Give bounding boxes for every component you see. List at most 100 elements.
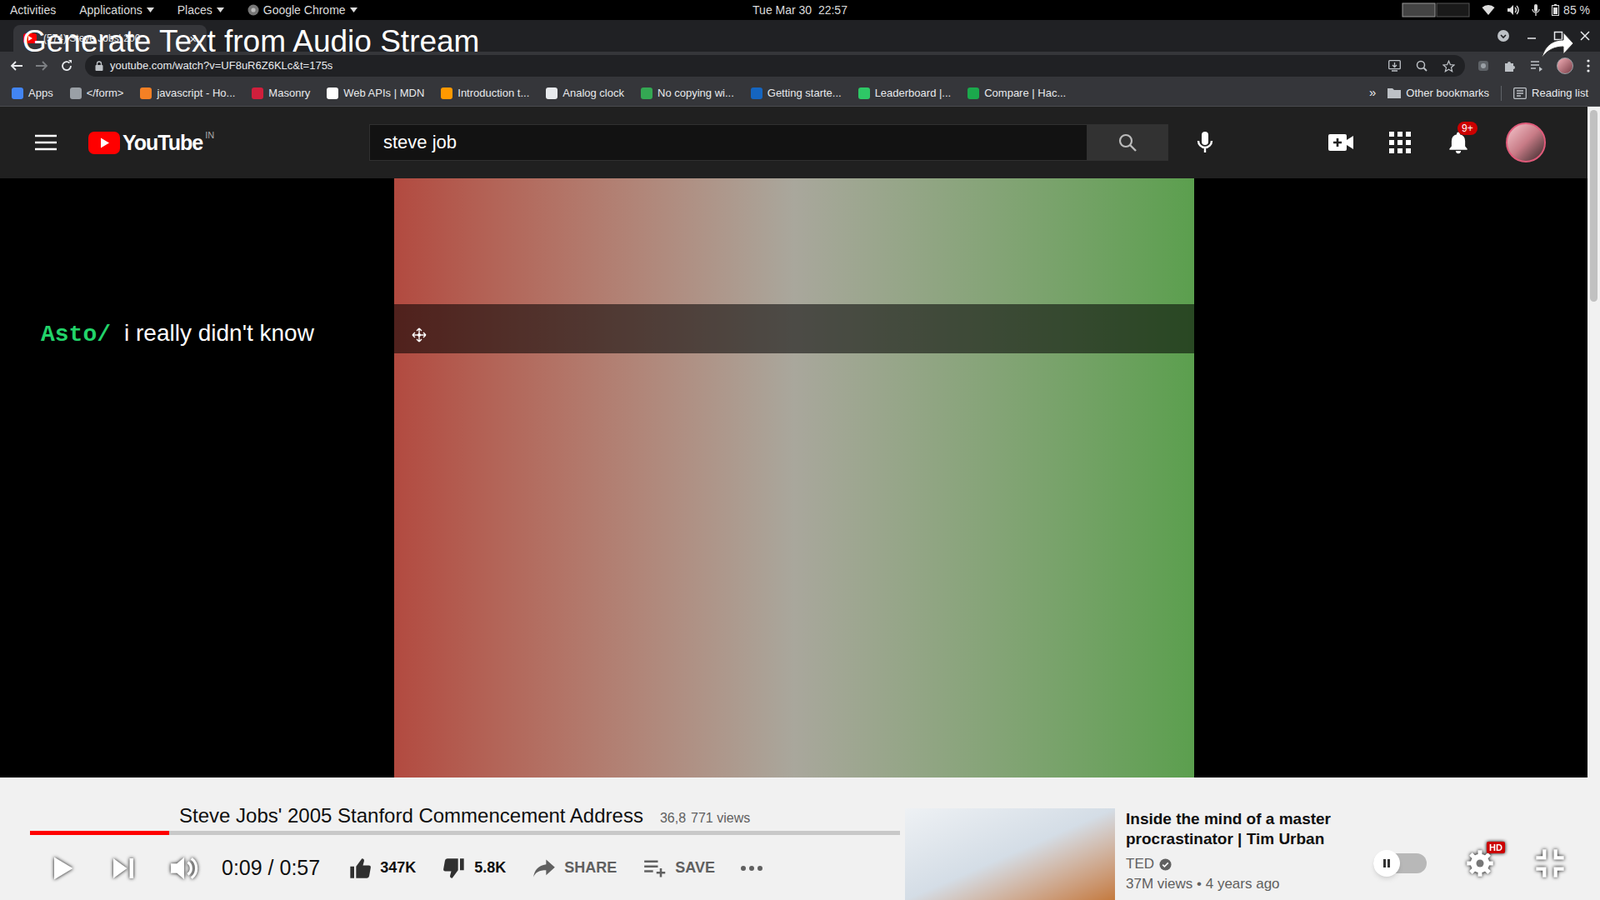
caption-band — [394, 304, 1195, 354]
autoplay-knob — [1373, 850, 1400, 877]
bookmark-star-icon[interactable] — [1442, 60, 1455, 73]
favicon-icon — [858, 87, 870, 100]
microphone-icon[interactable] — [1531, 4, 1540, 16]
dislike-button[interactable]: 5.8K — [442, 856, 506, 880]
notification-badge: 9+ — [1457, 121, 1478, 135]
favicon-icon — [251, 87, 264, 100]
bookmarks-bar: Apps </form> javascript - Ho... Masonry Web … — [0, 80, 1600, 107]
clock[interactable]: Tue Mar 30 22:57 — [752, 1, 848, 20]
notifications-button[interactable]: 9+ — [1445, 130, 1471, 155]
bookmark-item[interactable]: No copying wi... — [640, 85, 735, 102]
favicon-icon — [750, 87, 763, 100]
folder-icon — [1387, 87, 1401, 99]
battery-icon — [1551, 4, 1560, 16]
lock-icon[interactable] — [95, 60, 104, 71]
bookmark-item[interactable]: javascript - Ho... — [140, 85, 235, 102]
scrollbar-thumb[interactable] — [1590, 110, 1598, 302]
hamburger-menu-icon[interactable] — [33, 132, 59, 153]
autoplay-toggle[interactable] — [1373, 853, 1427, 874]
youtube-logo[interactable]: YouTube IN — [88, 130, 215, 155]
volume-icon[interactable] — [168, 853, 200, 884]
scrollbar[interactable] — [1587, 106, 1600, 778]
bookmark-item[interactable]: </form> — [70, 85, 125, 102]
youtube-play-logo-icon — [88, 131, 120, 155]
search-button[interactable] — [1087, 124, 1169, 161]
voice-search-button[interactable] — [1185, 122, 1225, 163]
bookmark-item[interactable]: Getting starte... — [750, 85, 842, 102]
profile-avatar[interactable] — [1556, 57, 1574, 75]
hd-badge: HD — [1486, 841, 1505, 854]
search-form — [369, 124, 1169, 161]
workspace-indicator-icon[interactable] — [1401, 1, 1470, 19]
bookmark-item[interactable]: Compare | Hac... — [967, 85, 1066, 102]
exit-fullscreen-icon[interactable] — [1533, 846, 1567, 880]
account-avatar[interactable] — [1505, 122, 1546, 163]
apps-grid-icon[interactable] — [1389, 131, 1411, 154]
more-bookmarks-button[interactable]: » — [1369, 83, 1376, 103]
zoom-icon[interactable] — [1415, 60, 1428, 72]
favicon-icon — [967, 87, 980, 100]
thumbs-up-icon — [348, 856, 372, 880]
search-input[interactable] — [369, 124, 1088, 161]
close-window-icon[interactable] — [1580, 30, 1590, 41]
minimize-icon[interactable] — [1526, 30, 1537, 41]
thumbs-down-icon — [442, 856, 466, 880]
up-next-details[interactable]: Inside the mind of a master procrastinat… — [1125, 777, 1360, 900]
video-frame[interactable] — [394, 178, 1195, 778]
share-button[interactable]: SHARE — [532, 856, 617, 880]
like-button[interactable]: 347K — [348, 856, 416, 880]
microphone-icon — [1196, 130, 1214, 155]
play-button[interactable] — [45, 851, 79, 885]
reading-list-button[interactable]: Reading list — [1513, 85, 1589, 102]
battery-indicator[interactable]: 85 % — [1551, 1, 1590, 20]
save-playlist-icon — [643, 858, 667, 879]
bookmark-item[interactable]: Apps — [11, 85, 54, 102]
up-next-thumbnail[interactable] — [905, 808, 1115, 900]
bookmark-item[interactable]: Web APIs | MDN — [326, 85, 425, 102]
maximize-icon[interactable] — [1553, 30, 1564, 41]
bookmark-item[interactable]: Leaderboard |... — [858, 85, 952, 102]
activities-button[interactable]: Activities — [10, 1, 56, 20]
verified-check-icon — [1159, 858, 1172, 871]
youtube-header: YouTube IN 9+ — [0, 106, 1588, 179]
back-icon[interactable] — [10, 59, 24, 73]
time-display: 0:09 / 0:57 — [221, 852, 320, 885]
create-video-icon[interactable] — [1327, 132, 1355, 153]
caret-icon — [350, 7, 358, 13]
chrome-icon — [247, 4, 260, 16]
share-icon — [532, 857, 556, 880]
bookmark-item[interactable]: Masonry — [251, 85, 310, 102]
bookmark-item[interactable]: Introduction t... — [440, 85, 530, 102]
puzzle-icon[interactable] — [1503, 59, 1517, 73]
forward-icon[interactable] — [35, 59, 49, 73]
next-icon[interactable] — [108, 853, 139, 884]
bookmark-item[interactable]: Analog clock — [545, 85, 625, 102]
speaker-icon[interactable] — [1506, 4, 1520, 16]
save-button[interactable]: SAVE — [643, 856, 715, 880]
extension-icon[interactable] — [1476, 59, 1490, 73]
other-bookmarks-folder[interactable]: Other bookmarks — [1387, 85, 1490, 102]
menu-kebab-icon[interactable] — [1586, 59, 1590, 73]
player-controls: 0:09 / 0:57 347K 5.8K SHARE SAVE — [0, 835, 900, 900]
more-actions-icon[interactable] — [740, 865, 764, 872]
applications-menu[interactable]: Applications — [79, 1, 155, 20]
app-menu[interactable]: Google Chrome — [247, 1, 358, 20]
caret-icon — [216, 7, 225, 13]
favicon-icon — [11, 87, 24, 100]
favicon-icon — [640, 87, 653, 100]
tab-search-icon[interactable] — [1496, 29, 1510, 43]
player-bottom: Steve Jobs' 2005 Stanford Commencement A… — [0, 777, 1600, 900]
install-icon[interactable] — [1388, 60, 1401, 72]
video-title: Steve Jobs' 2005 Stanford Commencement A… — [179, 800, 644, 831]
play-icon — [46, 853, 77, 884]
progress-track[interactable] — [30, 830, 900, 835]
system-bar: Activities Applications Places Google Ch… — [0, 0, 1600, 20]
progress-fill — [30, 830, 170, 835]
reload-icon[interactable] — [60, 59, 74, 73]
settings-button[interactable]: HD — [1463, 846, 1497, 880]
wifi-icon[interactable] — [1481, 4, 1495, 16]
places-menu[interactable]: Places — [177, 1, 225, 20]
media-icon[interactable] — [1530, 59, 1544, 73]
share-arrow-icon — [1538, 28, 1575, 62]
overlay-title: Generate Text from Audio Stream — [22, 23, 480, 60]
